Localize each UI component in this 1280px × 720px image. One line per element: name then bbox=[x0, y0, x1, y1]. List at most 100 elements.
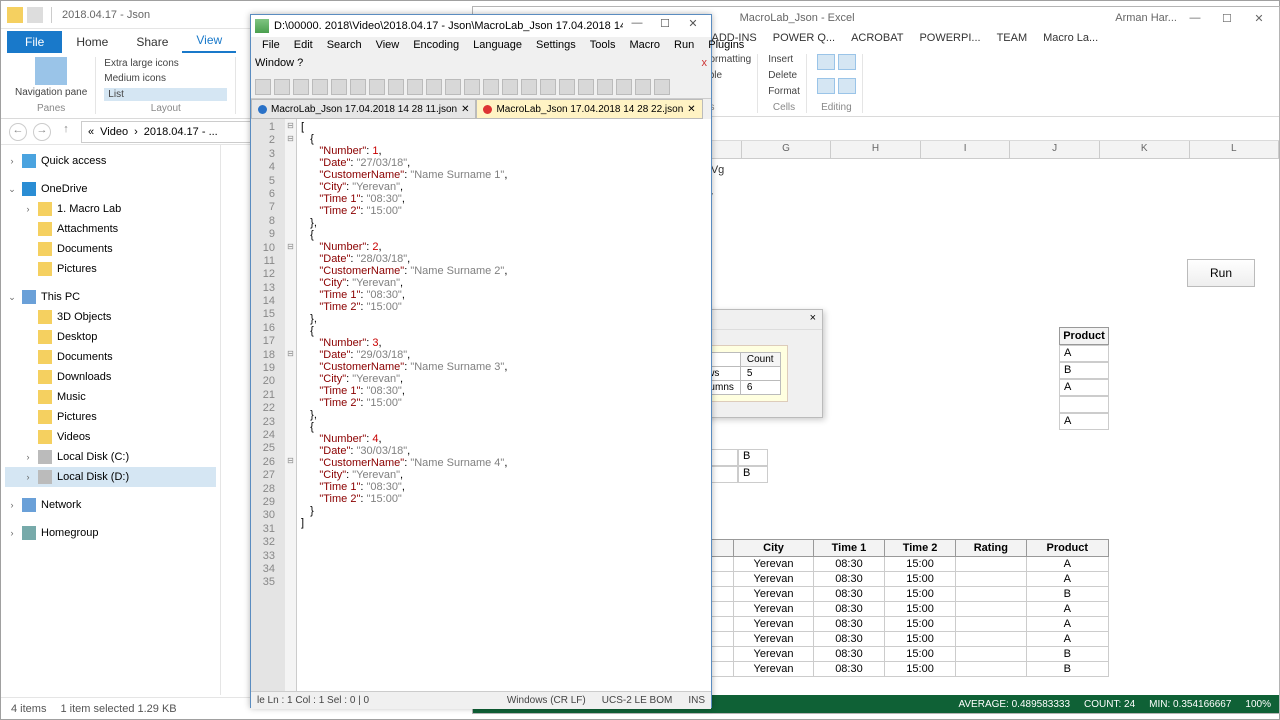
cell[interactable]: 15:00 bbox=[885, 557, 956, 572]
toolbar-button[interactable] bbox=[483, 79, 499, 95]
menu-plugins[interactable]: Plugins bbox=[701, 37, 751, 57]
toolbar-button[interactable] bbox=[388, 79, 404, 95]
tree-videos[interactable]: Videos bbox=[5, 427, 216, 447]
menu-search[interactable]: Search bbox=[320, 37, 369, 57]
close-icon[interactable]: ✕ bbox=[1245, 12, 1273, 25]
view-xlarge[interactable]: Extra large icons bbox=[104, 57, 227, 70]
toolbar-button[interactable] bbox=[502, 79, 518, 95]
tree-3dobjects[interactable]: 3D Objects bbox=[5, 307, 216, 327]
maximize-icon[interactable]: ☐ bbox=[1213, 12, 1241, 25]
cell[interactable]: 08:30 bbox=[813, 632, 884, 647]
cell[interactable]: A bbox=[1059, 379, 1109, 396]
col-header[interactable]: K bbox=[1100, 141, 1190, 158]
format-button[interactable]: Format bbox=[768, 86, 800, 97]
tree-diskc[interactable]: ›Local Disk (C:) bbox=[5, 447, 216, 467]
file-tab-1[interactable]: MacroLab_Json 17.04.2018 14 28 11.json✕ bbox=[251, 99, 476, 119]
ribbon-tab[interactable]: Macro La... bbox=[1035, 29, 1106, 51]
menu-edit[interactable]: Edit bbox=[287, 37, 320, 57]
cell[interactable]: Yerevan bbox=[734, 572, 814, 587]
maximize-icon[interactable]: ☐ bbox=[651, 17, 679, 35]
minimize-icon[interactable]: — bbox=[623, 17, 651, 35]
cell[interactable]: Yerevan bbox=[734, 557, 814, 572]
tree-macrolab[interactable]: ›1. Macro Lab bbox=[5, 199, 216, 219]
cell[interactable]: Yerevan bbox=[734, 587, 814, 602]
close-icon[interactable]: ✕ bbox=[679, 17, 707, 35]
cell[interactable] bbox=[956, 617, 1026, 632]
toolbar-button[interactable] bbox=[654, 79, 670, 95]
file-tab-2[interactable]: MacroLab_Json 17.04.2018 14 28 22.json✕ bbox=[476, 99, 702, 119]
insert-button[interactable]: Insert bbox=[768, 54, 800, 65]
cell[interactable] bbox=[956, 647, 1026, 662]
cell[interactable]: 08:30 bbox=[813, 587, 884, 602]
cell[interactable]: A bbox=[1026, 617, 1108, 632]
col-header[interactable]: J bbox=[1010, 141, 1100, 158]
up-button[interactable]: ↑ bbox=[57, 123, 75, 141]
tree-thispc[interactable]: ⌄This PC bbox=[5, 287, 216, 307]
cell[interactable]: 08:30 bbox=[813, 557, 884, 572]
cell[interactable] bbox=[956, 662, 1026, 677]
cell[interactable]: A bbox=[1026, 632, 1108, 647]
cell[interactable]: 15:00 bbox=[885, 602, 956, 617]
cell[interactable]: 15:00 bbox=[885, 572, 956, 587]
tree-pictures2[interactable]: Pictures bbox=[5, 407, 216, 427]
toolbar-button[interactable] bbox=[616, 79, 632, 95]
run-button[interactable]: Run bbox=[1187, 259, 1255, 287]
cell[interactable]: A bbox=[1026, 557, 1108, 572]
tree-onedrive[interactable]: ⌄OneDrive bbox=[5, 179, 216, 199]
cell[interactable]: Yerevan bbox=[734, 632, 814, 647]
tab-file[interactable]: File bbox=[7, 31, 62, 53]
cell[interactable] bbox=[956, 557, 1026, 572]
tab-home[interactable]: Home bbox=[62, 31, 122, 53]
tree-music[interactable]: Music bbox=[5, 387, 216, 407]
dialog-close-icon[interactable]: × bbox=[810, 312, 816, 327]
cell[interactable] bbox=[1059, 396, 1109, 413]
toolbar-button[interactable] bbox=[426, 79, 442, 95]
cell[interactable]: 15:00 bbox=[885, 632, 956, 647]
toolbar-button[interactable] bbox=[369, 79, 385, 95]
ribbon-tab[interactable]: TEAM bbox=[989, 29, 1036, 51]
toolbar-button[interactable] bbox=[350, 79, 366, 95]
cell[interactable]: Yerevan bbox=[734, 602, 814, 617]
menu-language[interactable]: Language bbox=[466, 37, 529, 57]
col-header[interactable]: L bbox=[1190, 141, 1280, 158]
delete-button[interactable]: Delete bbox=[768, 70, 800, 81]
cell[interactable]: B bbox=[1026, 662, 1108, 677]
toolbar-button[interactable] bbox=[597, 79, 613, 95]
tree-diskd[interactable]: ›Local Disk (D:) bbox=[5, 467, 216, 487]
tab-view[interactable]: View bbox=[182, 29, 236, 53]
ribbon-tab[interactable]: POWERPI... bbox=[911, 29, 988, 51]
menu-settings[interactable]: Settings bbox=[529, 37, 583, 57]
cell[interactable] bbox=[956, 572, 1026, 587]
toolbar-button[interactable] bbox=[274, 79, 290, 95]
toolbar-button[interactable] bbox=[293, 79, 309, 95]
toolbar-button[interactable] bbox=[635, 79, 651, 95]
back-button[interactable]: ← bbox=[9, 123, 27, 141]
tree-network[interactable]: ›Network bbox=[5, 495, 216, 515]
menu-file[interactable]: File bbox=[255, 37, 287, 57]
menu-view[interactable]: View bbox=[369, 37, 407, 57]
cell[interactable]: 08:30 bbox=[813, 572, 884, 587]
cell[interactable]: 08:30 bbox=[813, 647, 884, 662]
tree-quick-access[interactable]: ›Quick access bbox=[5, 151, 216, 171]
menu-encoding[interactable]: Encoding bbox=[406, 37, 466, 57]
ribbon-tab[interactable]: ACROBAT bbox=[843, 29, 911, 51]
cell[interactable]: A bbox=[1026, 602, 1108, 617]
toolbar-button[interactable] bbox=[540, 79, 556, 95]
tree-attachments[interactable]: Attachments bbox=[5, 219, 216, 239]
cell[interactable]: 08:30 bbox=[813, 602, 884, 617]
toolbar-button[interactable] bbox=[464, 79, 480, 95]
menu-macro[interactable]: Macro bbox=[622, 37, 667, 57]
tab-close-x[interactable]: x bbox=[702, 57, 708, 75]
forward-button[interactable]: → bbox=[33, 123, 51, 141]
tree-documents[interactable]: Documents bbox=[5, 239, 216, 259]
cell[interactable]: B bbox=[1026, 647, 1108, 662]
tab-share[interactable]: Share bbox=[122, 31, 182, 53]
tree-pictures[interactable]: Pictures bbox=[5, 259, 216, 279]
cell[interactable]: 08:30 bbox=[813, 662, 884, 677]
col-header[interactable]: G bbox=[742, 141, 832, 158]
toolbar-button[interactable] bbox=[445, 79, 461, 95]
cell[interactable]: Yerevan bbox=[734, 617, 814, 632]
cell[interactable]: 15:00 bbox=[885, 617, 956, 632]
menu-tools[interactable]: Tools bbox=[583, 37, 623, 57]
cell[interactable] bbox=[956, 587, 1026, 602]
